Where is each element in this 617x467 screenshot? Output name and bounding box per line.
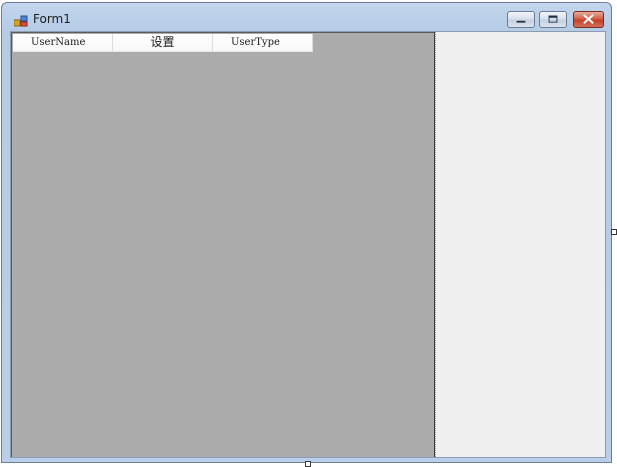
- right-panel: [435, 32, 605, 457]
- column-header-username[interactable]: UserName: [13, 34, 113, 52]
- minimize-button[interactable]: [507, 11, 535, 28]
- grid-header-row: UserName 设置 UserType: [13, 34, 313, 52]
- maximize-icon: [548, 15, 558, 23]
- column-header-settings[interactable]: 设置: [113, 34, 213, 52]
- close-button[interactable]: [573, 11, 604, 28]
- form1-window: Form1 UserName 设置 UserType: [1, 2, 612, 463]
- title-bar[interactable]: Form1: [2, 3, 611, 31]
- column-header-usertype[interactable]: UserType: [213, 34, 313, 52]
- window-title: Form1: [33, 12, 71, 26]
- maximize-button[interactable]: [539, 11, 567, 28]
- resize-handle-right[interactable]: [611, 229, 617, 235]
- form-client-area: UserName 设置 UserType: [10, 31, 606, 458]
- minimize-icon: [516, 20, 526, 23]
- data-grid-view[interactable]: UserName 设置 UserType: [11, 32, 435, 457]
- winforms-app-icon[interactable]: [13, 12, 28, 27]
- close-icon: [583, 14, 594, 24]
- resize-handle-bottom[interactable]: [305, 461, 311, 467]
